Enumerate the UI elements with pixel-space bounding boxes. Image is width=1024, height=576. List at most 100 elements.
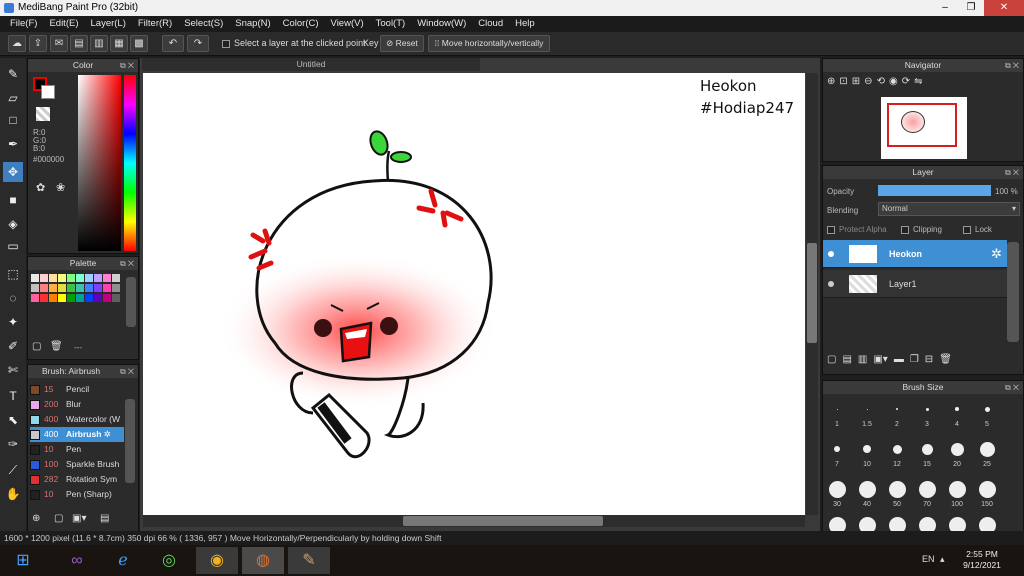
select-layer-option[interactable]: Select a layer at the clicked point (222, 38, 366, 48)
zoom-in-icon[interactable]: ⊕ (827, 76, 835, 87)
brush-scrollbar[interactable] (125, 399, 135, 483)
tray-arrow-icon[interactable]: ▴ (940, 554, 945, 565)
duplicate-layer-icon[interactable]: ❐ (910, 354, 919, 365)
palette-swatch[interactable] (112, 284, 120, 292)
palette-swatch[interactable] (103, 284, 111, 292)
visual-studio-icon[interactable]: ∞ (56, 547, 98, 574)
select-tool-icon[interactable]: ⬚ (3, 264, 23, 284)
vertical-scroll-thumb[interactable] (807, 243, 817, 343)
brush-size-dot[interactable] (950, 442, 964, 456)
layer-name[interactable]: Heokon (889, 249, 922, 259)
maximize-button[interactable]: ❐ (958, 0, 984, 16)
hue-slider[interactable] (124, 75, 136, 251)
horizontal-scroll-thumb[interactable] (403, 516, 603, 526)
canvas[interactable]: Heokon #Hodiap247 (143, 73, 805, 515)
visibility-icon[interactable] (828, 281, 834, 287)
palette-swatch[interactable] (40, 284, 48, 292)
reset-button[interactable]: ⊘ Reset (380, 35, 424, 52)
palette-swatch[interactable] (103, 294, 111, 302)
brush-size-dot[interactable] (836, 408, 838, 410)
menu-filter[interactable]: Filter(R) (132, 16, 178, 32)
palette-wheel-icon[interactable]: ✿ (36, 181, 45, 194)
bucket-tool-icon[interactable]: ◈ (3, 214, 23, 234)
clipping-checkbox[interactable] (901, 225, 909, 234)
page-icon[interactable]: ▥ (90, 35, 108, 52)
operation-tool-icon[interactable]: ⬉ (3, 410, 23, 430)
redo-icon[interactable]: ↷ (187, 35, 209, 52)
menu-edit[interactable]: Edit(E) (43, 16, 84, 32)
layer-row-heokon[interactable]: Heokon ✲ (823, 240, 1007, 268)
comment-icon[interactable]: ✉ (50, 35, 68, 52)
gear-icon[interactable]: ✲ (101, 429, 111, 439)
palette-swatch[interactable] (85, 284, 93, 292)
palette-swatch[interactable] (112, 274, 120, 282)
text-tool-icon[interactable]: T (3, 386, 23, 406)
palette-swatch[interactable] (94, 274, 102, 282)
palette-swatch[interactable] (94, 284, 102, 292)
brush-size-dot[interactable] (921, 443, 933, 455)
gear-icon[interactable]: ✲ (991, 246, 1002, 262)
panel-menu-icon[interactable]: ⧉ ✕ (120, 257, 134, 270)
palette-swatch[interactable] (31, 284, 39, 292)
pen-tool-icon[interactable]: ✒ (3, 134, 23, 154)
language-indicator[interactable]: EN (922, 554, 935, 564)
brush-item[interactable]: 400 Watercolor (W (30, 412, 124, 427)
blending-select[interactable]: Normal ▾ (878, 202, 1020, 216)
palette-swatch[interactable] (67, 284, 75, 292)
clock[interactable]: 2:55 PM 9/12/2021 (956, 549, 1008, 571)
menu-file[interactable]: File(F) (4, 16, 43, 32)
menu-view[interactable]: View(V) (325, 16, 370, 32)
palette-swatch[interactable] (40, 274, 48, 282)
menu-tool[interactable]: Tool(T) (370, 16, 412, 32)
flip-icon[interactable]: ⇋ (914, 76, 922, 87)
brush-size-dot[interactable] (918, 480, 936, 498)
palette-swatch[interactable] (94, 294, 102, 302)
palette-swatch[interactable] (49, 284, 57, 292)
brush-size-dot[interactable] (858, 480, 876, 498)
layer-add-dropdown-icon[interactable]: ▣▾ (873, 354, 887, 365)
new-palette-icon[interactable]: ▢ (32, 341, 41, 352)
palette-swatch[interactable] (67, 274, 75, 282)
cloud-icon[interactable]: ☁ (8, 35, 26, 52)
palette-swatch[interactable] (31, 274, 39, 282)
dot-tool-icon[interactable]: □ (3, 110, 23, 130)
close-button[interactable]: ✕ (984, 0, 1024, 16)
delete-palette-icon[interactable]: 🗑 (50, 341, 63, 352)
navigator-preview[interactable] (881, 97, 967, 159)
actual-size-icon[interactable]: ⊞ (852, 76, 860, 87)
layer-row-layer1[interactable]: Layer1 (823, 270, 1007, 298)
rect-tool-icon[interactable]: ■ (3, 190, 23, 210)
select-pen-icon[interactable]: ✐ (3, 336, 23, 356)
vertical-scrollbar[interactable] (806, 73, 818, 515)
move-tool-icon[interactable]: ✥ (3, 162, 23, 182)
magic-wand-icon[interactable]: ✦ (3, 312, 23, 332)
menu-snap[interactable]: Snap(N) (229, 16, 276, 32)
panel-menu-icon[interactable]: ⧉ ✕ (1005, 381, 1019, 394)
add-brush-icon[interactable]: ⊕ (32, 513, 40, 524)
layer-name[interactable]: Layer1 (889, 279, 917, 289)
share-icon[interactable]: ⇪ (29, 35, 47, 52)
lock-checkbox[interactable] (963, 225, 971, 234)
palette-swatch[interactable] (58, 274, 66, 282)
panel-menu-icon[interactable]: ⧉ ✕ (120, 365, 134, 378)
brush-size-dot[interactable] (863, 445, 871, 453)
eraser-tool-icon[interactable]: ▱ (3, 88, 23, 108)
palette-swatch[interactable] (49, 294, 57, 302)
brush-item[interactable]: 400 Airbrush ✲ (30, 427, 124, 442)
layout-icon[interactable]: ▩ (130, 35, 148, 52)
new-layer-icon[interactable]: ▢ (827, 354, 836, 365)
brush-size-dot[interactable] (948, 480, 966, 498)
brush-size-dot[interactable] (892, 444, 902, 454)
new-8bit-layer-icon[interactable]: ▥ (858, 354, 867, 365)
layer-scrollbar[interactable] (1007, 242, 1019, 342)
brush-size-dot[interactable] (888, 480, 906, 498)
brush-tool-icon[interactable]: ✎ (3, 64, 23, 84)
brush-settings-icon[interactable]: ▤ (100, 513, 109, 524)
palette-swatch[interactable] (85, 274, 93, 282)
internet-explorer-icon[interactable]: ℯ (102, 547, 144, 574)
brush-item[interactable]: 282 Rotation Sym (30, 472, 124, 487)
eyedropper-tool-icon[interactable]: ✑ (3, 434, 23, 454)
panel-menu-icon[interactable]: ⧉ ✕ (1005, 59, 1019, 72)
move-hv-button[interactable]: ⁞⁞ Move horizontally/vertically (428, 35, 550, 52)
chat-icon[interactable]: ▤ (70, 35, 88, 52)
